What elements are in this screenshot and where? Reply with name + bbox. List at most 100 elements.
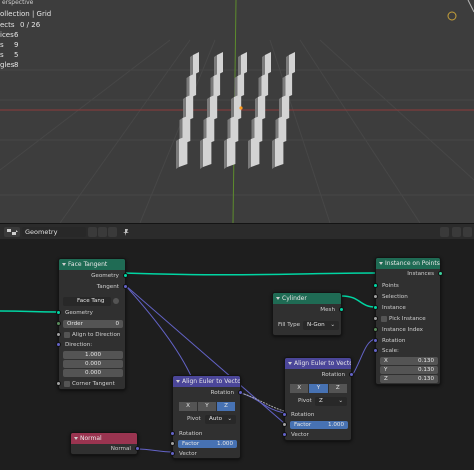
instance-on-points-title[interactable]: Instance on Points xyxy=(376,258,440,269)
align-to-direction-checkbox[interactable] xyxy=(64,332,70,338)
normal-node[interactable]: Normal Normal xyxy=(70,432,140,455)
axis-z-button[interactable]: Z xyxy=(328,384,347,393)
pivot-dropdown[interactable]: Auto ⌄ xyxy=(205,415,236,424)
factor-field[interactable]: Factor 1.000 xyxy=(178,440,237,448)
chevron-down-icon: ⌄ xyxy=(338,398,343,404)
align-euler-2-title[interactable]: Align Euler to Vector xyxy=(285,358,351,369)
node-editor-header: Geometry Nodes.001 xyxy=(0,223,474,246)
corner-tangent-checkbox[interactable] xyxy=(64,381,70,387)
align-to-direction-label: Align to Direction xyxy=(72,332,121,338)
align-euler-1-title[interactable]: Align Euler to Vector xyxy=(173,376,240,387)
pillar-mesh xyxy=(193,52,199,75)
pin-icon[interactable] xyxy=(122,227,131,237)
align-euler-1-factor-socket[interactable] xyxy=(170,441,175,446)
chevron-down-icon: ⌄ xyxy=(330,322,335,328)
iop-in-points-socket[interactable] xyxy=(373,283,378,288)
overlay-icon[interactable] xyxy=(440,227,449,237)
stat-objects: ects 0 / 26 xyxy=(0,21,41,29)
face-tangent-nodegroup-selector[interactable]: Face Tang xyxy=(63,297,111,306)
face-tangent-node-title[interactable]: Face Tangent xyxy=(59,259,125,270)
face-tangent-user-icon[interactable] xyxy=(113,298,119,304)
scale-x-field[interactable]: X 0.130 xyxy=(380,357,438,365)
face-tangent-in-geometry-socket[interactable] xyxy=(56,310,61,315)
face-tangent-out-geometry-socket[interactable] xyxy=(123,273,128,278)
pivot-dropdown[interactable]: Z ⌄ xyxy=(315,397,347,406)
iop-in-selection-socket[interactable] xyxy=(373,294,378,299)
toggle-sidebar-icon[interactable] xyxy=(463,227,472,237)
pick-instance-checkbox[interactable] xyxy=(381,316,387,322)
pillar-mesh xyxy=(241,52,247,75)
direction-z-field[interactable]: 0.000 xyxy=(63,369,123,377)
duplicate-icon[interactable] xyxy=(98,227,107,237)
iop-in-rotation-socket[interactable] xyxy=(373,338,378,343)
axis-y-button[interactable]: Y xyxy=(309,384,328,393)
unlink-icon[interactable] xyxy=(108,227,117,237)
node-tree-name-field[interactable]: Geometry Nodes.001 xyxy=(22,227,86,246)
fake-user-icon[interactable] xyxy=(88,227,97,237)
align-euler-2-in-vector-socket[interactable] xyxy=(282,432,287,437)
align-euler-1-in-vector-socket[interactable] xyxy=(170,451,175,456)
face-tangent-out-geometry-label: Geometry xyxy=(91,273,119,279)
align-euler-1-in-rotation-label: Rotation xyxy=(179,431,203,437)
factor-field[interactable]: Factor 1.000 xyxy=(290,421,348,429)
stat-vertices: ices 6 xyxy=(0,31,19,39)
align-euler-2-in-rotation-label: Rotation xyxy=(291,412,315,418)
cylinder-node[interactable]: Cylinder Mesh Fill Type N-Gon ⌄ xyxy=(272,292,344,336)
direction-y-field[interactable]: 0.000 xyxy=(63,360,123,368)
normal-node-title[interactable]: Normal xyxy=(71,433,137,444)
align-euler-1-in-rotation-socket[interactable] xyxy=(170,431,175,436)
face-tangent-order-socket[interactable] xyxy=(56,321,61,326)
align-euler-2-out-rotation-socket[interactable] xyxy=(349,372,354,377)
align-euler-2-factor-socket[interactable] xyxy=(282,422,287,427)
face-tangent-in-geometry-label: Geometry xyxy=(65,310,93,316)
axis-y-button[interactable]: Y xyxy=(198,402,216,411)
pillar-mesh xyxy=(275,136,284,167)
iop-pick-instance-socket[interactable] xyxy=(373,316,378,321)
pivot-label: Pivot xyxy=(298,398,312,404)
face-tangent-direction-socket[interactable] xyxy=(56,342,61,347)
face-tangent-order-field[interactable]: Order 0 xyxy=(63,320,123,328)
pillar-shadow-face xyxy=(248,139,251,169)
iop-in-rotation-label: Rotation xyxy=(382,338,406,344)
pillar-shadow-face xyxy=(286,55,289,77)
iop-in-instance-socket[interactable] xyxy=(373,305,378,310)
face-tangent-out-tangent-socket[interactable] xyxy=(123,284,128,289)
axis-x-button[interactable]: X xyxy=(179,402,197,411)
face-tangent-corner-socket[interactable] xyxy=(56,381,61,386)
pick-instance-label: Pick Instance xyxy=(389,316,426,322)
align-euler-node-2[interactable]: Align Euler to Vector Rotation X Y Z Piv… xyxy=(282,357,354,441)
pillar-shadow-face xyxy=(262,55,265,77)
face-tangent-align-socket[interactable] xyxy=(56,332,61,337)
pillar-mesh xyxy=(203,136,212,167)
cylinder-out-mesh-socket[interactable] xyxy=(339,307,344,312)
node-editor-canvas[interactable]: Face Tangent Geometry Tangent Face Tang … xyxy=(0,239,474,470)
face-tangent-node[interactable]: Face Tangent Geometry Tangent Face Tang … xyxy=(56,258,128,390)
align-euler-1-in-vector-label: Vector xyxy=(179,451,197,457)
axis-x-button[interactable]: X xyxy=(290,384,309,393)
pillar-shadow-face xyxy=(238,55,241,77)
stat-faces: s5 xyxy=(0,51,19,59)
snap-icon[interactable] xyxy=(452,227,461,237)
axis-z-button[interactable]: Z xyxy=(217,402,235,411)
scale-y-field[interactable]: Y 0.130 xyxy=(380,366,438,374)
pillar-shadow-face xyxy=(214,55,217,77)
align-euler-1-out-rotation-socket[interactable] xyxy=(238,390,243,395)
fill-type-dropdown[interactable]: N-Gon ⌄ xyxy=(303,321,339,330)
instance-on-points-node[interactable]: Instance on Points Instances Points Sele… xyxy=(373,257,443,385)
align-euler-2-in-rotation-socket[interactable] xyxy=(282,412,287,417)
pillar-mesh xyxy=(251,136,260,167)
iop-out-instances-socket[interactable] xyxy=(438,271,443,276)
3d-viewport[interactable]: erspective ects 0 / 26 ollection | Grid i… xyxy=(0,0,474,223)
normal-out-socket[interactable] xyxy=(135,446,140,451)
direction-x-field[interactable]: 1.000 xyxy=(63,351,123,359)
iop-in-scale-socket[interactable] xyxy=(373,348,378,353)
align-euler-node-1[interactable]: Align Euler to Vector Rotation X Y Z Piv… xyxy=(170,375,243,459)
iop-instance-index-socket[interactable] xyxy=(373,327,378,332)
viewport-mode-label: erspective xyxy=(2,0,34,6)
scale-z-field[interactable]: Z 0.130 xyxy=(380,375,438,383)
face-tangent-out-tangent-label: Tangent xyxy=(96,284,119,290)
align-euler-2-axis-selector: X Y Z xyxy=(290,384,348,393)
stat-collection: ollection | Grid xyxy=(0,10,52,18)
cylinder-node-title[interactable]: Cylinder xyxy=(273,293,341,304)
editor-type-button[interactable] xyxy=(4,227,20,237)
